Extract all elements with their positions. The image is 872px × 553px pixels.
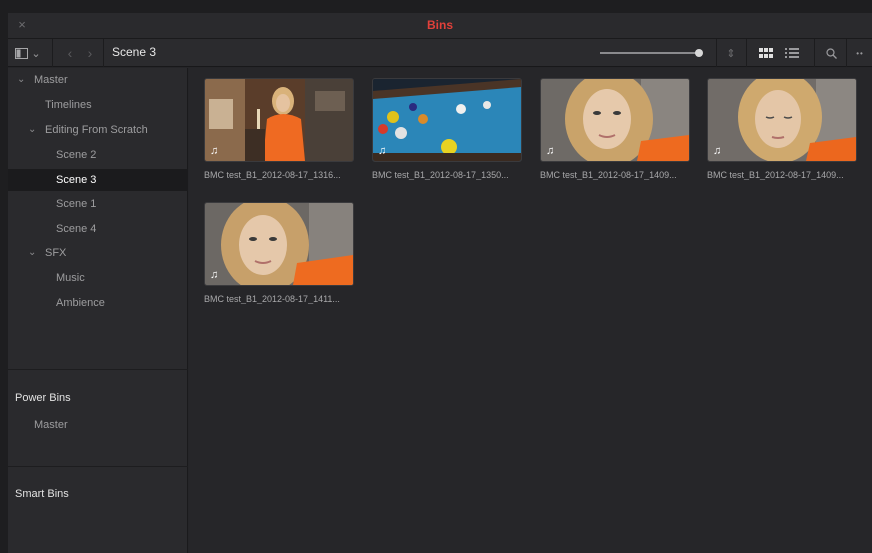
clip-label: BMC test_B1_2012-08-17_1316... — [204, 170, 341, 180]
bin-sidebar: ⌄ Master Timelines ⌄ Editing From Scratc… — [8, 68, 188, 553]
sidebar-item-label: Editing From Scratch — [45, 124, 148, 136]
sidebar-item-label: Master — [34, 419, 68, 431]
thumbnail-size-slider[interactable] — [600, 49, 703, 57]
audio-clip-icon: ♫ — [210, 145, 219, 157]
clip-thumbnail[interactable]: ♫ — [204, 202, 354, 286]
title-bar: × Bins — [8, 13, 872, 39]
list-icon[interactable] — [784, 44, 800, 62]
clip-label: BMC test_B1_2012-08-17_1409... — [707, 170, 844, 180]
sidebar-item-sfx[interactable]: ⌄ SFX — [8, 242, 188, 264]
toolbar-divider — [846, 39, 847, 67]
sidebar-item-master[interactable]: ⌄ Master — [8, 69, 188, 91]
sidebar-item-label: Ambience — [56, 297, 105, 309]
toolbar-divider — [746, 39, 747, 67]
clip-thumbnail[interactable]: ♫ — [372, 78, 522, 162]
chevron-down-icon[interactable]: ⌄ — [30, 44, 42, 62]
clip-label: BMC test_B1_2012-08-17_1411... — [204, 294, 340, 304]
sidebar-item-label: Scene 1 — [56, 198, 97, 210]
forward-arrow-icon[interactable]: › — [84, 44, 96, 62]
audio-clip-icon: ♫ — [546, 145, 555, 157]
sidebar-item-label: Scene 3 — [56, 174, 97, 186]
sidebar-item-ambience[interactable]: Ambience — [8, 292, 188, 314]
power-bins-title: Power Bins — [15, 392, 71, 404]
sidebar-item-power-master[interactable]: Master — [8, 414, 188, 436]
clip-item[interactable]: ♫ BMC test_B1_2012-08-17_1409... — [540, 78, 690, 180]
chevron-down-icon[interactable]: ⌄ — [17, 69, 25, 91]
sidebar-item-label: SFX — [45, 247, 67, 259]
smart-bins-title: Smart Bins — [15, 488, 69, 500]
toolbar-divider — [103, 39, 104, 67]
sort-icon[interactable]: ⇕ — [724, 44, 738, 62]
more-options-icon[interactable]: •• — [854, 44, 866, 62]
audio-clip-icon: ♫ — [378, 145, 387, 157]
window-title: Bins — [426, 18, 453, 32]
back-arrow-icon[interactable]: ‹ — [64, 44, 76, 62]
chevron-down-icon[interactable]: ⌄ — [28, 119, 36, 141]
slider-knob[interactable] — [695, 49, 703, 57]
toolbar-divider — [814, 39, 815, 67]
toolbar-divider — [52, 39, 53, 67]
audio-clip-icon: ♫ — [713, 145, 722, 157]
sidebar-item-scene-3[interactable]: Scene 3 — [8, 169, 188, 191]
section-divider — [8, 466, 188, 467]
toolbar-divider — [716, 39, 717, 67]
sidebar-item-label: Master — [34, 74, 68, 86]
sidebar-item-editing-from-scratch[interactable]: ⌄ Editing From Scratch — [8, 119, 188, 141]
clip-thumbnail[interactable]: ♫ — [540, 78, 690, 162]
clip-item[interactable]: ♫ BMC test_B1_2012-08-17_1350... — [372, 78, 522, 180]
sidebar-item-label: Scene 4 — [56, 223, 97, 235]
sidebar-item-scene-2[interactable]: Scene 2 — [8, 144, 188, 166]
grid-icon[interactable] — [758, 44, 774, 62]
clip-label: BMC test_B1_2012-08-17_1409... — [540, 170, 677, 180]
sidebar-panel-icon[interactable] — [14, 44, 28, 62]
clip-thumbnail[interactable]: ♫ — [707, 78, 857, 162]
sidebar-item-scene-1[interactable]: Scene 1 — [8, 193, 188, 215]
section-divider — [8, 369, 188, 370]
clip-item[interactable]: ♫ BMC test_B1_2012-08-17_1409... — [707, 78, 857, 180]
sidebar-item-timelines[interactable]: Timelines — [8, 94, 188, 116]
current-bin-title: Scene 3 — [112, 45, 157, 59]
sidebar-item-music[interactable]: Music — [8, 267, 188, 289]
bins-window: × Bins ⌄ ‹ › Scene 3 ⇕ •• ⌄ Master Timel… — [8, 13, 872, 553]
sidebar-item-label: Music — [56, 272, 85, 284]
sidebar-item-label: Scene 2 — [56, 149, 97, 161]
clip-item[interactable]: ♫ BMC test_B1_2012-08-17_1411... — [204, 202, 354, 304]
clip-item[interactable]: ♫ BMC test_B1_2012-08-17_1316... — [204, 78, 354, 180]
sidebar-item-scene-4[interactable]: Scene 4 — [8, 218, 188, 240]
clip-label: BMC test_B1_2012-08-17_1350... — [372, 170, 509, 180]
search-icon[interactable] — [824, 44, 838, 62]
sidebar-item-label: Timelines — [45, 99, 92, 111]
clip-grid: ♫ BMC test_B1_2012-08-17_1316... ♫ BMC t… — [189, 68, 872, 553]
audio-clip-icon: ♫ — [210, 269, 219, 281]
toolbar: ⌄ ‹ › Scene 3 ⇕ •• — [8, 39, 872, 67]
chevron-down-icon[interactable]: ⌄ — [28, 242, 36, 264]
clip-thumbnail[interactable]: ♫ — [204, 78, 354, 162]
